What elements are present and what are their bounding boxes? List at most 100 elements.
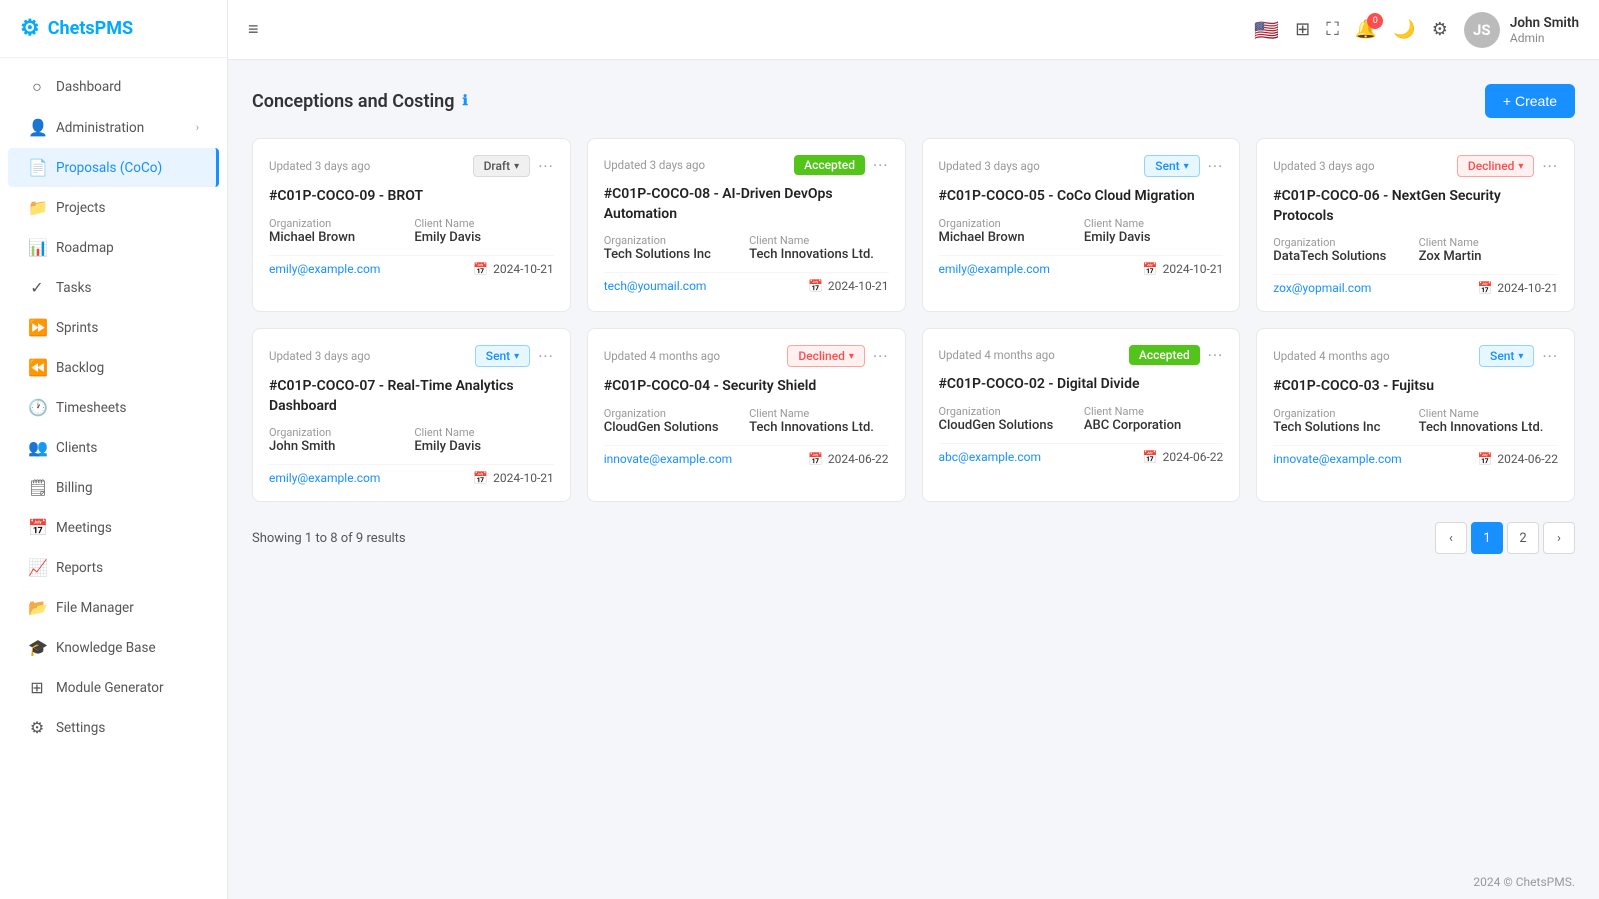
card-c01p-coco-03[interactable]: Updated 4 months ago Sent ▾ ··· #C01P-CO… [1256,328,1575,502]
sidebar-item-dashboard[interactable]: ○Dashboard [8,67,219,107]
icon-tasks: ✓ [28,278,46,297]
status-badge-c01p-coco-03[interactable]: Sent ▾ [1479,345,1534,367]
label-backlog: Backlog [56,360,104,376]
more-button-c01p-coco-07[interactable]: ··· [538,347,554,366]
sidebar-item-timesheets[interactable]: 🕐Timesheets [8,388,219,427]
create-button[interactable]: + Create [1485,84,1575,118]
page-content: Conceptions and Costing ℹ + Create Updat… [228,60,1599,865]
card-header-c01p-coco-07: Updated 3 days ago Sent ▾ ··· [269,345,554,367]
card-date-c01p-coco-06: 📅 2024-10-21 [1477,281,1558,295]
sidebar-item-file-manager[interactable]: 📂File Manager [8,588,219,627]
more-button-c01p-coco-05[interactable]: ··· [1208,157,1224,176]
status-badge-c01p-coco-08[interactable]: Accepted [794,155,865,175]
sidebar-item-knowledge-base[interactable]: 🎓Knowledge Base [8,628,219,667]
card-c01p-coco-06[interactable]: Updated 3 days ago Declined ▾ ··· #C01P-… [1256,138,1575,312]
logo-text: ChetsPMS [48,18,133,39]
pagination-next[interactable]: › [1543,522,1575,554]
sidebar-item-reports[interactable]: 📈Reports [8,548,219,587]
sidebar-item-proposals[interactable]: 📄Proposals (CoCo) [8,148,219,187]
calendar-icon-c01p-coco-05: 📅 [1143,262,1158,276]
pagination: ‹12› [1435,522,1575,554]
sidebar-item-settings[interactable]: ⚙Settings [8,708,219,747]
card-email-c01p-coco-02[interactable]: abc@example.com [939,450,1042,464]
theme-toggle[interactable]: 🌙 [1393,19,1415,40]
pagination-page-2[interactable]: 2 [1507,522,1539,554]
sidebar-item-module-generator[interactable]: ⊞Module Generator [8,668,219,707]
card-header-c01p-coco-03: Updated 4 months ago Sent ▾ ··· [1273,345,1558,367]
more-button-c01p-coco-04[interactable]: ··· [873,347,889,366]
language-flag[interactable]: 🇺🇸 [1254,18,1279,42]
more-button-c01p-coco-09[interactable]: ··· [538,157,554,176]
settings-icon[interactable]: ⚙ [1432,19,1448,40]
card-email-c01p-coco-06[interactable]: zox@yopmail.com [1273,281,1371,295]
apps-icon[interactable]: ⊞ [1295,19,1310,40]
hamburger-menu[interactable]: ≡ [248,19,259,40]
sidebar-item-billing[interactable]: 🗒Billing [8,468,219,507]
card-title-c01p-coco-07: #C01P-COCO-07 - Real-Time Analytics Dash… [269,377,554,416]
icon-proposals: 📄 [28,158,46,177]
more-button-c01p-coco-06[interactable]: ··· [1542,157,1558,176]
card-c01p-coco-02[interactable]: Updated 4 months ago Accepted ··· #C01P-… [922,328,1241,502]
icon-timesheets: 🕐 [28,398,46,417]
pagination-page-1[interactable]: 1 [1471,522,1503,554]
sidebar-logo[interactable]: ⚙ ChetsPMS [0,0,227,58]
status-badge-c01p-coco-04[interactable]: Declined ▾ [787,345,865,367]
card-date-c01p-coco-07: 📅 2024-10-21 [473,471,554,485]
more-button-c01p-coco-03[interactable]: ··· [1542,347,1558,366]
label-reports: Reports [56,560,103,576]
card-email-c01p-coco-03[interactable]: innovate@example.com [1273,452,1401,466]
more-button-c01p-coco-08[interactable]: ··· [873,156,889,175]
card-c01p-coco-08[interactable]: Updated 3 days ago Accepted ··· #C01P-CO… [587,138,906,312]
status-badge-c01p-coco-09[interactable]: Draft ▾ [473,155,531,177]
sidebar-item-roadmap[interactable]: 📊Roadmap [8,228,219,267]
info-icon[interactable]: ℹ [462,93,467,109]
card-c01p-coco-09[interactable]: Updated 3 days ago Draft ▾ ··· #C01P-COC… [252,138,571,312]
client-value-c01p-coco-02: ABC Corporation [1084,418,1223,433]
sidebar-item-projects[interactable]: 📁Projects [8,188,219,227]
more-button-c01p-coco-02[interactable]: ··· [1208,346,1224,365]
sidebar-item-administration[interactable]: 👤Administration› [8,108,219,147]
status-badge-c01p-coco-05[interactable]: Sent ▾ [1144,155,1199,177]
user-name: John Smith [1510,15,1579,31]
card-updated-c01p-coco-08: Updated 3 days ago [604,158,705,172]
pagination-prev[interactable]: ‹ [1435,522,1467,554]
icon-administration: 👤 [28,118,46,137]
card-footer-c01p-coco-05: emily@example.com 📅 2024-10-21 [939,255,1224,276]
status-badge-c01p-coco-07[interactable]: Sent ▾ [475,345,530,367]
arrow-administration: › [196,121,199,134]
card-updated-c01p-coco-02: Updated 4 months ago [939,348,1055,362]
icon-projects: 📁 [28,198,46,217]
card-email-c01p-coco-05[interactable]: emily@example.com [939,262,1050,276]
fullscreen-icon[interactable]: ⛶ [1326,19,1339,40]
icon-billing: 🗒 [28,478,46,497]
card-email-c01p-coco-08[interactable]: tech@youmail.com [604,279,707,293]
card-c01p-coco-05[interactable]: Updated 3 days ago Sent ▾ ··· #C01P-COCO… [922,138,1241,312]
card-title-c01p-coco-05: #C01P-COCO-05 - CoCo Cloud Migration [939,187,1224,207]
client-label-c01p-coco-09: Client Name [414,217,553,230]
label-meetings: Meetings [56,520,112,536]
sidebar-item-sprints[interactable]: ⏩Sprints [8,308,219,347]
sidebar-item-backlog[interactable]: ⏪Backlog [8,348,219,387]
card-email-c01p-coco-04[interactable]: innovate@example.com [604,452,732,466]
card-title-c01p-coco-02: #C01P-COCO-02 - Digital Divide [939,375,1224,395]
card-email-c01p-coco-07[interactable]: emily@example.com [269,471,380,485]
org-label-c01p-coco-06: Organization [1273,236,1412,249]
client-label-c01p-coco-08: Client Name [749,234,888,247]
calendar-icon-c01p-coco-04: 📅 [808,452,823,466]
card-date-c01p-coco-09: 📅 2024-10-21 [473,262,554,276]
user-profile[interactable]: JS John Smith Admin [1464,12,1579,48]
sidebar-item-meetings[interactable]: 📅Meetings [8,508,219,547]
icon-dashboard: ○ [28,77,46,97]
notifications-bell[interactable]: 🔔 0 [1355,19,1377,40]
status-badge-c01p-coco-02[interactable]: Accepted [1129,345,1200,365]
card-email-c01p-coco-09[interactable]: emily@example.com [269,262,380,276]
card-fields-c01p-coco-09: Organization Michael Brown Client Name E… [269,217,554,245]
card-c01p-coco-07[interactable]: Updated 3 days ago Sent ▾ ··· #C01P-COCO… [252,328,571,502]
card-fields-c01p-coco-04: Organization CloudGen Solutions Client N… [604,407,889,435]
status-badge-c01p-coco-06[interactable]: Declined ▾ [1457,155,1535,177]
card-c01p-coco-04[interactable]: Updated 4 months ago Declined ▾ ··· #C01… [587,328,906,502]
card-fields-c01p-coco-05: Organization Michael Brown Client Name E… [939,217,1224,245]
sidebar-item-tasks[interactable]: ✓Tasks [8,268,219,307]
sidebar-item-clients[interactable]: 👥Clients [8,428,219,467]
card-title-c01p-coco-04: #C01P-COCO-04 - Security Shield [604,377,889,397]
